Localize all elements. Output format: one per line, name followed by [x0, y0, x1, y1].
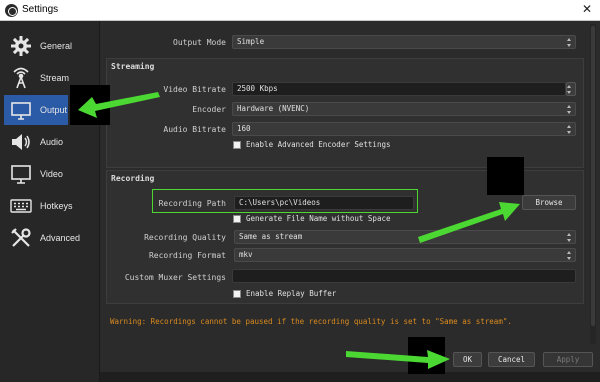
title-bar: Settings ✕ — [0, 0, 600, 21]
recording-format-select[interactable]: mkv — [234, 248, 576, 262]
recording-format-label: Recording Format — [148, 251, 226, 260]
gear-icon — [8, 34, 34, 58]
streaming-title: Streaming — [111, 62, 155, 71]
select-arrows-icon — [566, 37, 573, 47]
output-mode-value: Simple — [237, 37, 265, 46]
video-bitrate-value: 2500 Kbps — [237, 84, 278, 93]
obs-logo-icon — [5, 4, 18, 17]
sidebar-item-advanced[interactable]: Advanced — [4, 223, 100, 253]
encoder-label: Encoder — [192, 105, 226, 114]
generate-filename-label: Generate File Name without Space — [246, 214, 391, 223]
generate-filename-checkbox[interactable] — [233, 214, 241, 223]
sidebar-item-label: Audio — [40, 137, 64, 147]
recording-title: Recording — [111, 174, 155, 183]
recording-format-value: mkv — [239, 250, 253, 259]
bottom-strip — [100, 372, 600, 382]
sidebar-item-video[interactable]: Video — [4, 159, 100, 189]
select-arrows-icon — [566, 124, 573, 134]
recording-warning-text: Warning: Recordings cannot be paused if … — [110, 317, 512, 326]
sidebar-item-output[interactable]: Output — [4, 95, 68, 125]
settings-sidebar: General Stream Output Audio Video Hotkey… — [0, 21, 100, 382]
replay-buffer-label: Enable Replay Buffer — [246, 289, 337, 298]
recording-path-highlight — [152, 189, 418, 213]
recording-quality-label: Recording Quality — [144, 233, 226, 242]
tools-icon — [8, 226, 34, 250]
replay-buffer-checkbox[interactable] — [233, 289, 241, 298]
settings-scrollbar[interactable] — [590, 24, 596, 344]
replay-buffer-checkbox-row[interactable]: Enable Replay Buffer — [233, 289, 336, 298]
redaction-box-output — [70, 85, 110, 125]
sidebar-item-label: Advanced — [40, 233, 81, 243]
select-arrows-icon — [566, 104, 573, 114]
sidebar-item-label: Output — [40, 105, 68, 115]
audio-bitrate-label: Audio Bitrate — [163, 125, 226, 134]
video-bitrate-spinner[interactable] — [566, 82, 576, 96]
apply-button[interactable]: Apply — [543, 352, 593, 367]
video-bitrate-label: Video Bitrate — [163, 85, 226, 94]
recording-quality-value: Same as stream — [239, 232, 303, 241]
custom-muxer-input[interactable] — [232, 269, 576, 283]
sidebar-item-label: General — [40, 41, 73, 51]
spinner-arrows-icon — [566, 84, 573, 94]
window-title: Settings — [22, 4, 59, 15]
sidebar-item-label: Hotkeys — [40, 201, 73, 211]
custom-muxer-label: Custom Muxer Settings — [124, 273, 226, 282]
sidebar-item-hotkeys[interactable]: Hotkeys — [4, 191, 100, 221]
video-bitrate-input[interactable]: 2500 Kbps — [232, 82, 566, 96]
scrollbar-thumb[interactable] — [591, 26, 595, 326]
audio-bitrate-select[interactable]: 160 — [232, 122, 576, 136]
recording-quality-select[interactable]: Same as stream — [234, 230, 576, 244]
select-arrows-icon — [566, 232, 573, 242]
cancel-button[interactable]: Cancel — [488, 352, 535, 367]
sidebar-item-audio[interactable]: Audio — [4, 127, 100, 157]
generate-filename-checkbox-row[interactable]: Generate File Name without Space — [233, 214, 391, 223]
sidebar-item-general[interactable]: General — [4, 31, 100, 61]
output-icon — [8, 98, 34, 122]
ok-button[interactable]: OK — [453, 352, 482, 367]
advanced-encoder-checkbox[interactable] — [233, 140, 241, 149]
encoder-select[interactable]: Hardware (NVENC) — [232, 102, 576, 116]
speaker-icon — [8, 130, 34, 154]
redaction-box-browse — [487, 157, 524, 195]
select-arrows-icon — [566, 250, 573, 260]
sidebar-item-label: Stream — [40, 73, 70, 83]
keyboard-icon — [8, 194, 34, 218]
output-mode-select[interactable]: Simple — [232, 35, 576, 49]
advanced-encoder-label: Enable Advanced Encoder Settings — [246, 140, 391, 149]
encoder-value: Hardware (NVENC) — [237, 104, 310, 113]
audio-bitrate-value: 160 — [237, 124, 251, 133]
sidebar-item-label: Video — [40, 169, 63, 179]
redaction-box-ok — [408, 337, 445, 374]
monitor-icon — [8, 162, 34, 186]
close-icon[interactable]: ✕ — [580, 2, 594, 17]
advanced-encoder-checkbox-row[interactable]: Enable Advanced Encoder Settings — [233, 140, 391, 149]
antenna-icon — [8, 66, 34, 90]
output-mode-label: Output Mode — [173, 38, 226, 47]
browse-button[interactable]: Browse — [522, 195, 576, 210]
